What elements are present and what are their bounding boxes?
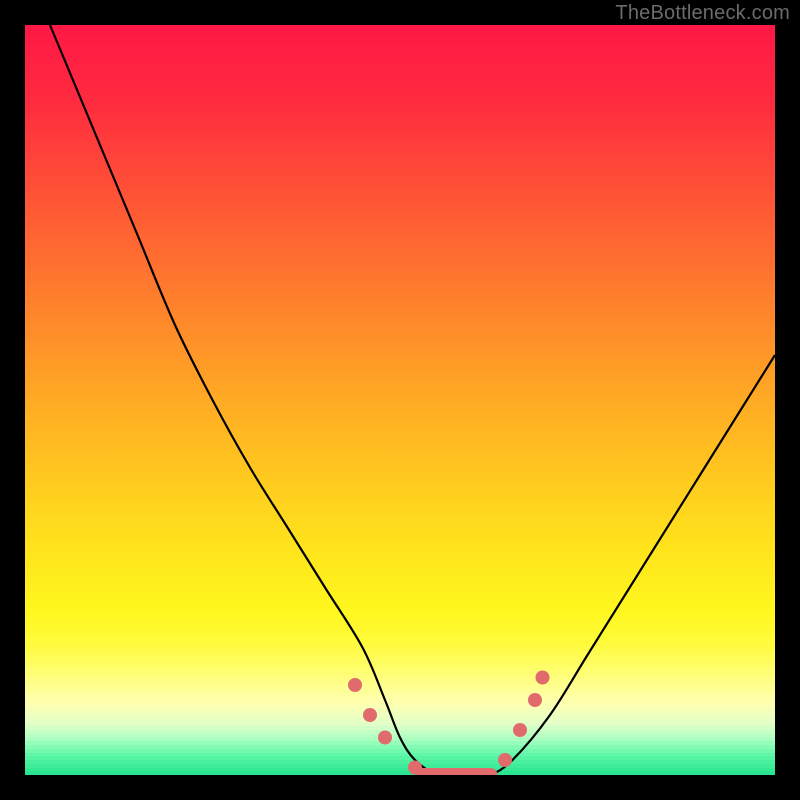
curve-marker xyxy=(348,678,362,692)
curve-marker xyxy=(498,753,512,767)
curve-line xyxy=(25,25,775,775)
watermark-text: TheBottleneck.com xyxy=(615,2,790,25)
chart-frame: TheBottleneck.com xyxy=(0,0,800,800)
curve-marker xyxy=(536,671,550,685)
plot-area xyxy=(25,25,775,775)
curve-marker xyxy=(363,708,377,722)
curve-marker-bar xyxy=(415,768,498,775)
curve-marker xyxy=(528,693,542,707)
bottleneck-curve xyxy=(25,25,775,775)
curve-marker xyxy=(378,731,392,745)
curve-marker xyxy=(513,723,527,737)
